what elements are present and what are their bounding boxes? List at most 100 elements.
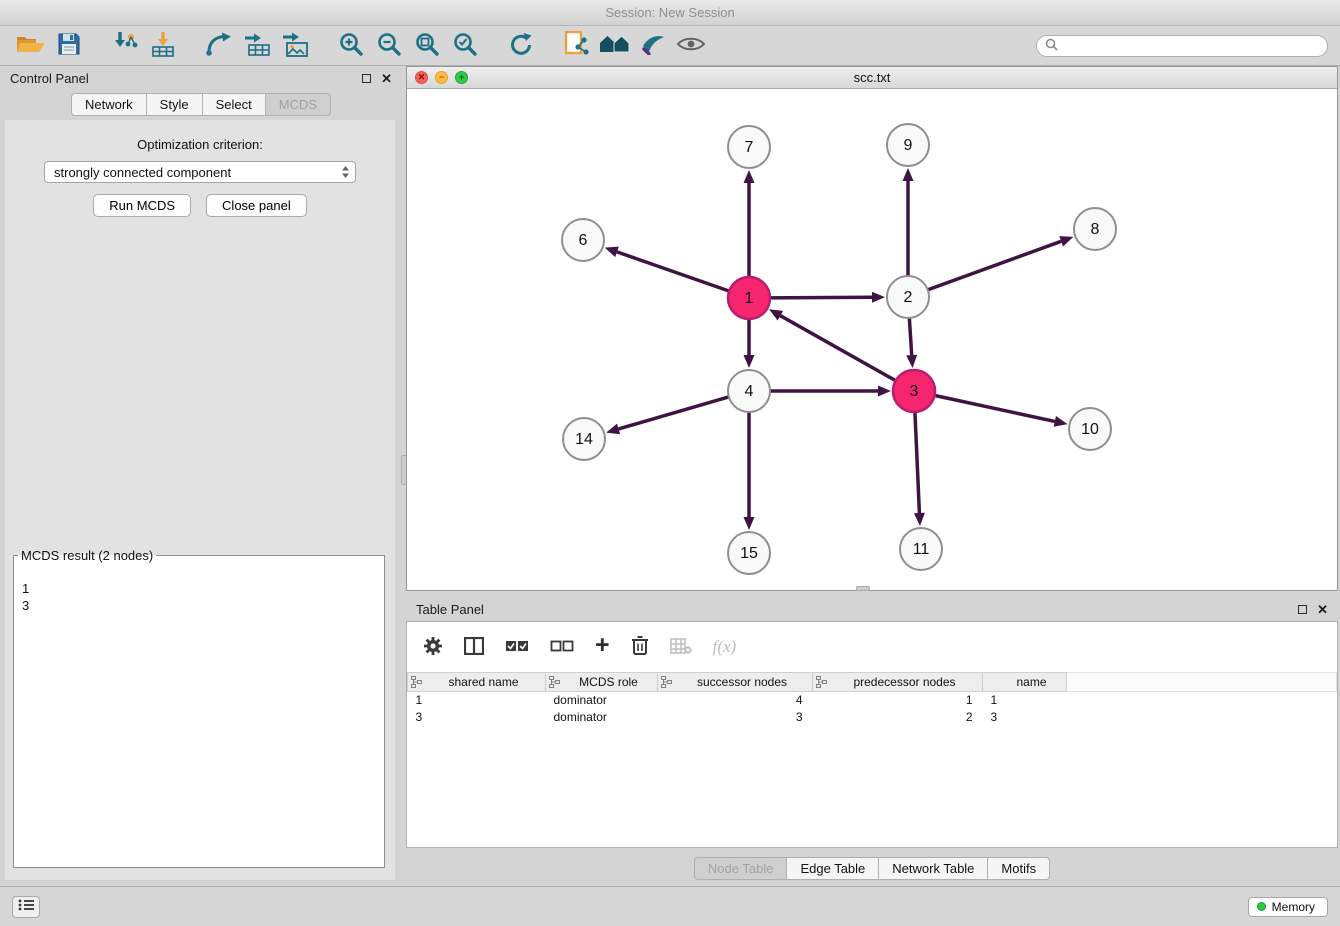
deselect-all-button[interactable] [550, 640, 574, 655]
tab-style[interactable]: Style [146, 93, 203, 116]
eye-icon [676, 35, 706, 56]
zoom-selected-icon [452, 31, 478, 60]
network-canvas[interactable]: 1234678910111415 [407, 89, 1337, 590]
tab-select[interactable]: Select [202, 93, 266, 116]
criterion-select[interactable]: strongly connected component [44, 161, 356, 183]
load-network-url-button[interactable] [200, 30, 238, 62]
open-session-button[interactable] [12, 30, 50, 62]
zoom-in-button[interactable] [332, 30, 370, 62]
float-panel-icon[interactable] [362, 71, 371, 86]
maximize-window-icon[interactable]: + [455, 71, 468, 84]
column-header-mcds-role[interactable]: MCDS role [546, 673, 658, 692]
zoom-fit-icon [414, 31, 440, 60]
window-titlebar: Session: New Session [0, 0, 1340, 26]
optimization-criterion-label: Optimization criterion: [5, 137, 395, 152]
search-input[interactable] [1063, 39, 1319, 53]
status-bar: Memory [0, 886, 1340, 926]
column-header-successor-nodes[interactable]: successor nodes [658, 673, 813, 692]
import-table-icon [150, 31, 176, 60]
function-builder-button: f(x) [713, 637, 737, 657]
main-toolbar [0, 26, 1340, 66]
graph-edge[interactable] [768, 297, 872, 298]
search-field[interactable] [1036, 35, 1328, 57]
tab-node-table[interactable]: Node Table [694, 857, 788, 880]
close-table-panel-icon[interactable]: ✕ [1317, 603, 1328, 616]
column-header-predecessor-nodes[interactable]: predecessor nodes [813, 673, 983, 692]
column-header-shared-name[interactable]: shared name [408, 673, 546, 692]
delete-column-button[interactable] [631, 635, 649, 659]
close-window-icon[interactable]: ✕ [415, 71, 428, 84]
node-table-body: 1dominator4113dominator323 [408, 692, 1337, 726]
show-hide-button[interactable] [672, 30, 710, 62]
document-network-icon [564, 31, 590, 60]
show-panel-list-button[interactable] [12, 896, 40, 918]
import-network-button[interactable] [106, 30, 144, 62]
export-image-button[interactable] [276, 30, 314, 62]
graph-edge[interactable] [619, 396, 731, 429]
window-title: Session: New Session [605, 5, 734, 20]
graph-edge[interactable] [915, 410, 920, 513]
refresh-layout-button[interactable] [502, 30, 540, 62]
edge-arrowhead-icon [744, 355, 755, 368]
tab-mcds[interactable]: MCDS [265, 93, 331, 116]
save-session-button[interactable] [50, 30, 88, 62]
memory-button[interactable]: Memory [1248, 897, 1328, 917]
mcds-result-list[interactable]: 13 [15, 577, 383, 866]
table-row[interactable]: 1dominator411 [408, 692, 1337, 709]
unchecked-boxes-icon [550, 640, 574, 655]
graph-edge[interactable] [926, 241, 1061, 290]
close-panel-button[interactable]: Close panel [206, 194, 307, 217]
add-column-button[interactable]: + [595, 636, 610, 658]
graph-edge[interactable] [933, 395, 1055, 421]
tab-network-table[interactable]: Network Table [878, 857, 988, 880]
column-header-name[interactable]: name [983, 673, 1067, 692]
control-panel: Control Panel ✕ Network Style Select MCD… [0, 66, 402, 886]
edge-arrowhead-icon [1059, 236, 1073, 246]
double-house-icon [599, 33, 631, 58]
criterion-value: strongly connected component [54, 165, 231, 180]
graph-node-label: 2 [904, 289, 913, 306]
control-panel-tabs: Network Style Select MCDS [0, 93, 402, 116]
control-panel-title: Control Panel [10, 71, 89, 86]
float-table-panel-icon[interactable] [1298, 602, 1307, 617]
table-settings-button[interactable] [423, 636, 443, 659]
table-tab-strip: Node Table Edge Table Network Table Moti… [406, 857, 1338, 880]
checked-boxes-icon [505, 640, 529, 655]
export-image-icon [281, 31, 309, 60]
graph-node-label: 14 [575, 431, 593, 448]
style-button[interactable] [634, 30, 672, 62]
zoom-fit-button[interactable] [408, 30, 446, 62]
zoom-selected-button[interactable] [446, 30, 484, 62]
memory-status-icon [1257, 902, 1266, 911]
show-columns-button[interactable] [464, 637, 484, 658]
table-delete-icon [670, 638, 692, 657]
graph-edge[interactable] [617, 252, 731, 292]
mcds-result-item[interactable]: 1 [22, 580, 376, 597]
minimize-window-icon[interactable]: − [435, 71, 448, 84]
save-floppy-icon [57, 32, 81, 59]
table-row[interactable]: 3dominator323 [408, 709, 1337, 726]
graph-edge[interactable] [909, 316, 911, 355]
zoom-out-button[interactable] [370, 30, 408, 62]
open-folder-icon [16, 33, 46, 58]
mcds-result-item[interactable]: 3 [22, 597, 376, 614]
select-all-button[interactable] [505, 640, 529, 655]
import-table-button[interactable] [144, 30, 182, 62]
close-panel-icon[interactable]: ✕ [381, 72, 392, 85]
run-mcds-button[interactable]: Run MCDS [93, 194, 191, 217]
first-neighbors-button[interactable] [558, 30, 596, 62]
export-table-button[interactable] [238, 30, 276, 62]
export-table-icon [243, 31, 271, 60]
node-table: shared name MCDS role successor nodes pr… [407, 672, 1337, 726]
mcds-result-title: MCDS result (2 nodes) [18, 548, 156, 563]
network-window-titlebar: ✕ − + scc.txt [407, 67, 1337, 89]
window-resize-handle[interactable] [856, 586, 870, 591]
overview-button[interactable] [596, 30, 634, 62]
tab-edge-table[interactable]: Edge Table [786, 857, 879, 880]
tab-motifs[interactable]: Motifs [987, 857, 1050, 880]
edge-arrowhead-icon [906, 355, 917, 368]
graph-edge[interactable] [780, 316, 897, 382]
tab-network[interactable]: Network [71, 93, 147, 116]
select-stepper-icon [341, 165, 350, 179]
curved-arrow-icon [205, 32, 233, 59]
